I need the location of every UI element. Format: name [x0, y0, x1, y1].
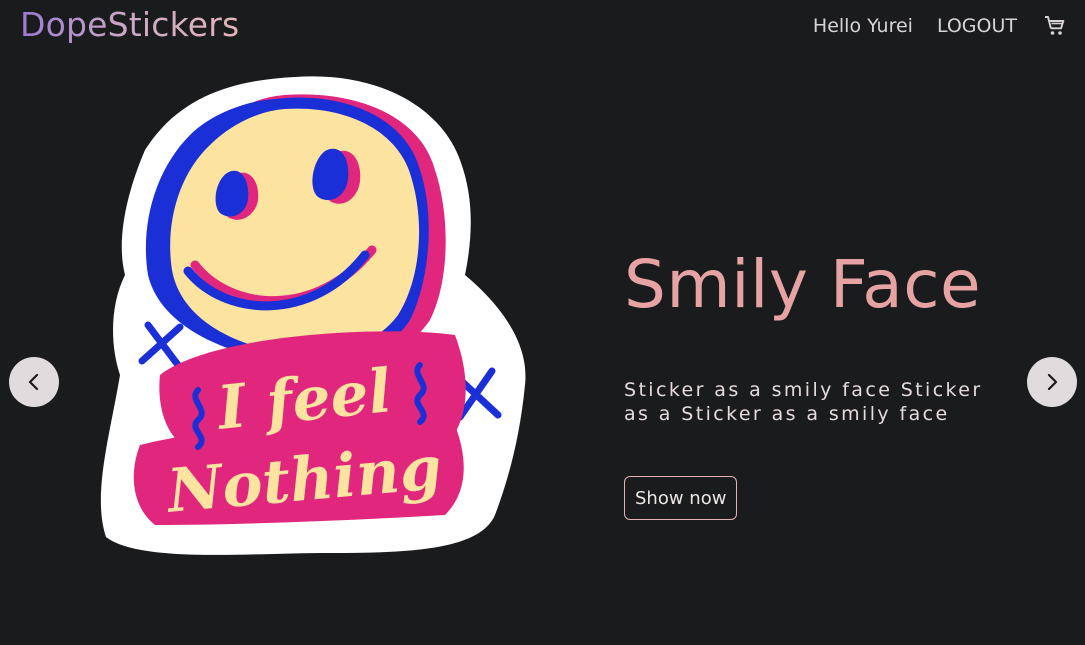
show-now-button[interactable]: Show now [624, 476, 738, 520]
slide-title: Smily Face [624, 246, 982, 323]
site-logo[interactable]: DopeStickers [20, 4, 239, 46]
sticker-image: I feel Nothing [100, 76, 526, 555]
chevron-right-icon [1047, 373, 1058, 391]
carousel-prev-button[interactable] [9, 357, 59, 407]
carousel-next-button[interactable] [1027, 357, 1077, 407]
slide-description: Sticker as a smily face Sticker as a Sti… [624, 379, 983, 425]
logout-link[interactable]: LOGOUT [937, 15, 1017, 37]
chevron-left-icon [28, 373, 39, 391]
user-greeting: Hello Yurei [812, 15, 913, 37]
shopping-cart-icon[interactable] [1043, 14, 1067, 38]
top-nav: Hello Yurei LOGOUT [813, 10, 1067, 42]
